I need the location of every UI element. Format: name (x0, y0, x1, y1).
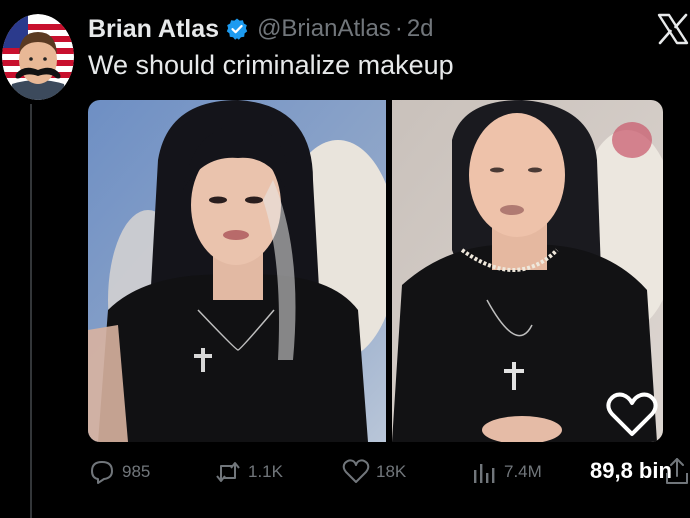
author-row: Brian Atlas @BrianAtlas · 2d (88, 14, 434, 44)
post-age[interactable]: 2d (407, 15, 434, 43)
repost-count: 1.1K (248, 462, 283, 481)
photo-right-image (392, 100, 663, 442)
views-button[interactable]: 7.4M (470, 454, 542, 490)
repost-button[interactable]: 1.1K (214, 454, 283, 490)
reply-count: 985 (122, 462, 151, 481)
x-logo-icon[interactable] (656, 12, 690, 46)
photo-left[interactable] (88, 100, 386, 442)
verified-badge-icon (226, 18, 248, 40)
heart-overlay-icon[interactable] (606, 392, 658, 438)
tweet: Brian Atlas @BrianAtlas · 2d We should c… (0, 0, 690, 518)
share-icon[interactable] (664, 456, 690, 486)
tweet-media[interactable] (88, 100, 663, 442)
author-handle[interactable]: @BrianAtlas (257, 15, 391, 43)
reply-button[interactable]: 985 (88, 454, 150, 490)
like-count: 18K (376, 462, 407, 481)
heart-icon (342, 459, 370, 483)
author-name[interactable]: Brian Atlas (88, 15, 219, 44)
views-icon (474, 464, 495, 483)
tweet-text: We should criminalize makeup (88, 50, 454, 80)
like-button[interactable]: 18K (342, 454, 406, 490)
photo-right[interactable] (392, 100, 663, 442)
reply-icon (91, 461, 113, 484)
avatar-image (2, 14, 74, 100)
overlay-counter: 89,8 bin (590, 458, 672, 483)
thread-line (30, 104, 32, 518)
repost-icon (216, 462, 240, 482)
separator-dot: · (394, 15, 403, 42)
view-count: 7.4M (504, 462, 542, 481)
avatar[interactable] (2, 14, 74, 100)
photo-left-image (88, 100, 386, 442)
